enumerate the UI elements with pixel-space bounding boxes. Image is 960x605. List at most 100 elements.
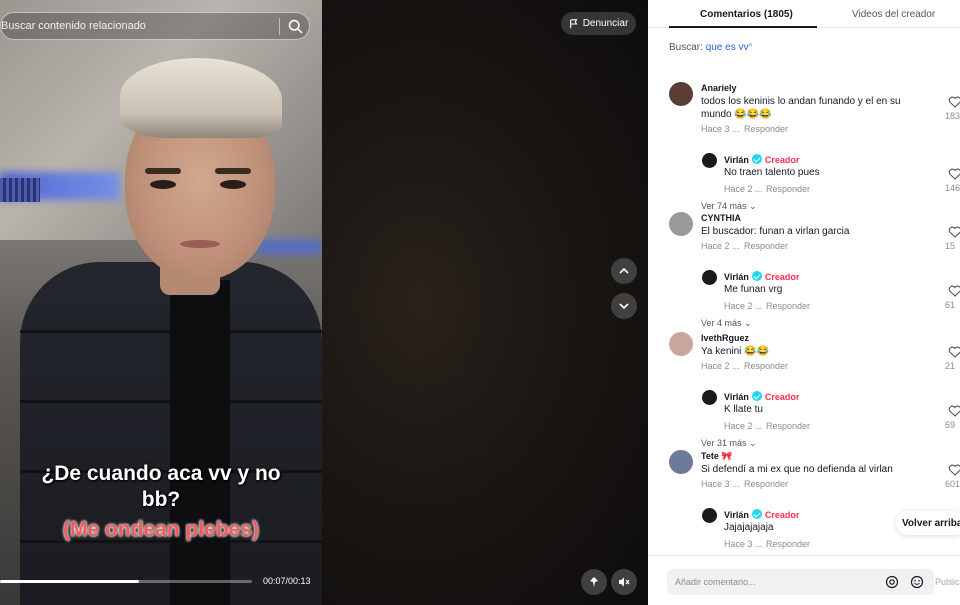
previous-video-button[interactable] bbox=[611, 258, 637, 284]
chevron-down-icon: ⌄ bbox=[749, 438, 757, 448]
active-tab-indicator bbox=[669, 26, 817, 28]
verified-icon bbox=[751, 154, 762, 164]
progress-fill bbox=[0, 580, 139, 583]
reply-time: Hace 2 ... bbox=[724, 301, 763, 311]
creator-avatar[interactable] bbox=[702, 508, 717, 523]
flag-icon bbox=[569, 18, 578, 28]
comment-time: Hace 2 ... bbox=[701, 241, 740, 251]
avatar[interactable] bbox=[669, 450, 693, 474]
floating-player-button[interactable] bbox=[581, 569, 607, 595]
view-more-replies[interactable]: Ver 31 más ⌄ bbox=[701, 438, 757, 449]
search-suggestion: Buscar: que es vv⌕ bbox=[669, 42, 752, 53]
heart-icon[interactable] bbox=[948, 96, 960, 108]
report-button[interactable]: Denunciar bbox=[561, 12, 636, 35]
comment-username[interactable]: Anariely bbox=[701, 83, 737, 93]
reply-text: Jajajajajaja bbox=[724, 522, 774, 533]
verified-icon bbox=[751, 271, 762, 281]
comment-time: Hace 3 ... bbox=[701, 479, 740, 489]
reply-time: Hace 2 ... bbox=[724, 421, 763, 431]
reply-link[interactable]: Responder bbox=[744, 241, 788, 251]
search-placeholder: Buscar contenido relacionado bbox=[1, 20, 146, 32]
reply-reply-link[interactable]: Responder bbox=[766, 301, 810, 311]
avatar[interactable] bbox=[669, 82, 693, 106]
like-count: 21 bbox=[945, 361, 956, 371]
creator-avatar[interactable] bbox=[702, 270, 717, 285]
creator-badge: Creador bbox=[764, 272, 800, 282]
publish-button[interactable]: Publicar bbox=[935, 577, 960, 587]
pin-icon bbox=[590, 577, 598, 587]
comment-username[interactable]: CYNTHIA bbox=[701, 213, 741, 223]
progress-bar[interactable] bbox=[0, 580, 252, 583]
panel-tabs: Comentarios (1805) Videos del creador bbox=[648, 0, 960, 28]
view-more-label: Ver 31 más bbox=[701, 438, 747, 448]
view-more-label: Ver 4 más bbox=[701, 318, 742, 328]
comment-username[interactable]: Tete 🎀 bbox=[701, 451, 733, 462]
heart-icon[interactable] bbox=[948, 285, 960, 297]
reply-time: Hace 3 ... bbox=[724, 539, 763, 549]
comment-text: El buscador: funan a virlan garcia bbox=[701, 226, 850, 237]
view-more-replies[interactable]: Ver 74 más ⌄ bbox=[701, 201, 757, 212]
reply-reply-link[interactable]: Responder bbox=[766, 539, 810, 549]
add-comment-placeholder: Añadir comentario... bbox=[675, 577, 756, 587]
creator-badge: Creador bbox=[764, 510, 800, 520]
reply-link[interactable]: Responder bbox=[744, 124, 788, 134]
reply-text: Me funan vrg bbox=[724, 284, 783, 295]
reply-like-count: 59 bbox=[945, 420, 956, 430]
chevron-up-icon bbox=[619, 267, 629, 274]
search-query-link[interactable]: que es vv bbox=[706, 42, 749, 53]
comment-time: Hace 2 ... bbox=[701, 361, 740, 371]
reply-user-name[interactable]: Virlán bbox=[724, 155, 749, 165]
search-icon[interactable] bbox=[287, 18, 304, 35]
reply-reply-link[interactable]: Responder bbox=[766, 421, 810, 431]
reply-user-name[interactable]: Virlán bbox=[724, 272, 749, 282]
view-more-replies[interactable]: Ver 4 más ⌄ bbox=[701, 318, 752, 329]
reply-user-name[interactable]: Virlán bbox=[724, 392, 749, 402]
mention-icon[interactable] bbox=[885, 575, 899, 589]
tab-creator-videos[interactable]: Videos del creador bbox=[852, 9, 935, 20]
creator-avatar[interactable] bbox=[702, 390, 717, 405]
video-frame[interactable]: ¿De cuando aca vv y no bb? (Me ondean pl… bbox=[0, 0, 322, 605]
mute-button[interactable] bbox=[611, 569, 637, 595]
heart-icon[interactable] bbox=[948, 464, 960, 476]
heart-icon[interactable] bbox=[948, 226, 960, 238]
caption-line-2: bb? bbox=[141, 488, 181, 511]
next-video-button[interactable] bbox=[611, 293, 637, 319]
reply-username: Virlán Creador bbox=[724, 270, 799, 282]
emoji-icon[interactable] bbox=[910, 575, 924, 589]
creator-avatar[interactable] bbox=[702, 153, 717, 168]
reply-username: Virlán Creador bbox=[724, 508, 799, 520]
reply-like-count: 61 bbox=[945, 300, 956, 310]
creator-badge: Creador bbox=[764, 392, 800, 402]
tab-comments[interactable]: Comentarios (1805) bbox=[700, 9, 793, 20]
reply-username: Virlán Creador bbox=[724, 390, 799, 402]
like-count: 601 bbox=[945, 479, 960, 489]
reply-link[interactable]: Responder bbox=[744, 479, 788, 489]
avatar[interactable] bbox=[669, 212, 693, 236]
reply-link[interactable]: Responder bbox=[744, 361, 788, 371]
heart-icon[interactable] bbox=[948, 346, 960, 358]
back-to-top-button[interactable]: Volver arriba bbox=[896, 511, 960, 535]
verified-icon bbox=[751, 391, 762, 401]
reply-username: Virlán Creador bbox=[724, 153, 799, 165]
hair bbox=[120, 58, 282, 138]
search-label: Buscar: bbox=[669, 42, 703, 53]
reply-reply-link[interactable]: Responder bbox=[766, 184, 810, 194]
chevron-down-icon: ⌄ bbox=[744, 318, 752, 328]
heart-icon[interactable] bbox=[948, 405, 960, 417]
comment-time: Hace 3 ... bbox=[701, 124, 740, 134]
comment-text: Ya kenini 😂😂 bbox=[701, 346, 770, 357]
volume-muted-icon bbox=[619, 577, 630, 587]
avatar[interactable] bbox=[669, 332, 693, 356]
comment-username[interactable]: IvethRguez bbox=[701, 333, 749, 343]
creator-badge: Creador bbox=[764, 155, 800, 165]
reply-user-name[interactable]: Virlán bbox=[724, 510, 749, 520]
add-comment-field[interactable]: Añadir comentario... bbox=[667, 569, 934, 595]
video-background bbox=[322, 0, 648, 605]
comment-footer: Añadir comentario... Publicar bbox=[648, 555, 960, 605]
heart-icon[interactable] bbox=[948, 168, 960, 180]
video-player[interactable]: ¿De cuando aca vv y no bb? (Me ondean pl… bbox=[0, 0, 648, 605]
comment-text: Si defendí a mi ex que no defienda al vi… bbox=[701, 464, 893, 475]
reply-like-count: 146 bbox=[945, 183, 960, 193]
related-search-bar[interactable]: Buscar contenido relacionado bbox=[0, 12, 310, 40]
chevron-down-icon bbox=[619, 303, 629, 310]
